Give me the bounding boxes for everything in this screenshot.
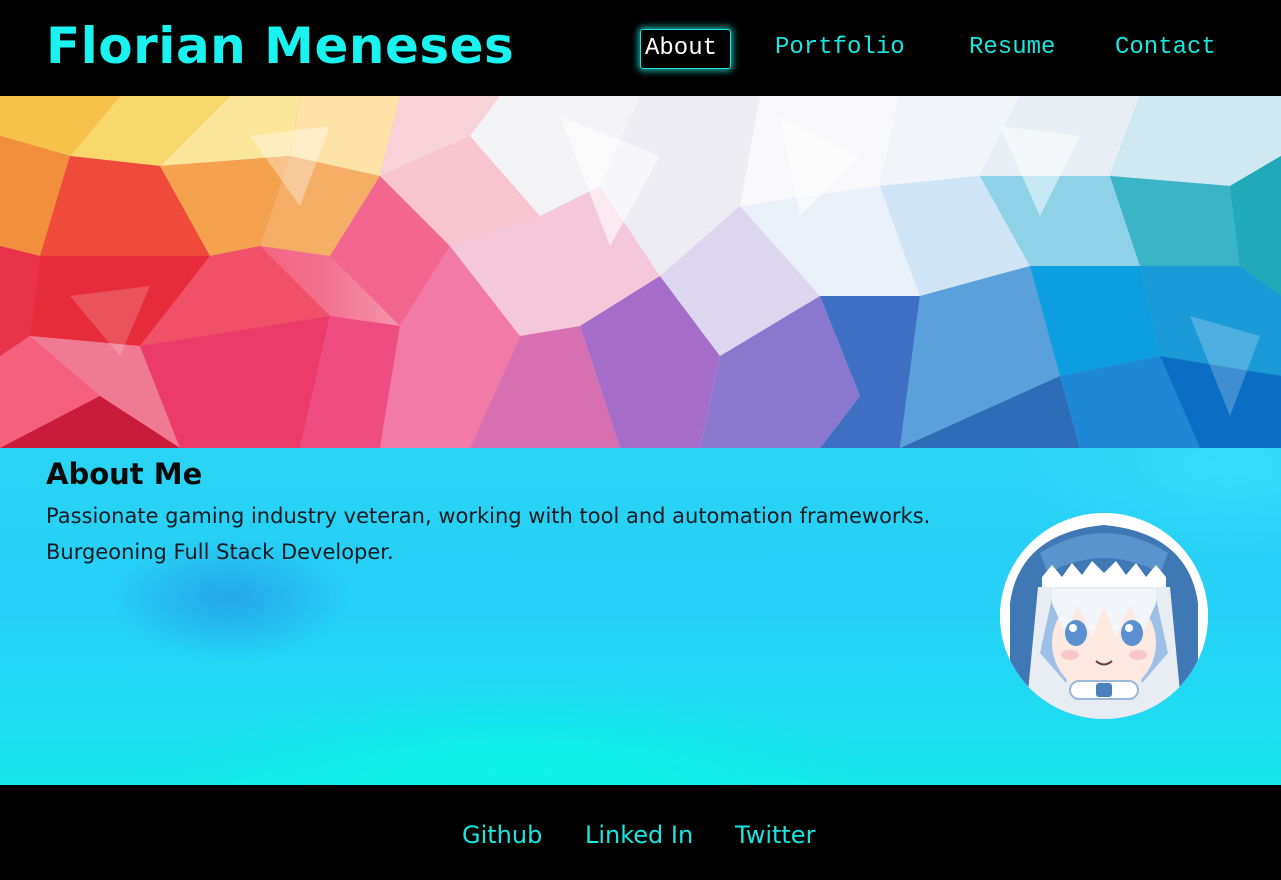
main-nav: About Portfolio Resume Contact: [0, 29, 1281, 69]
nav-link-about[interactable]: About: [640, 29, 731, 69]
about-description-line: Passionate gaming industry veteran, work…: [46, 504, 931, 528]
nav-link-resume[interactable]: Resume: [969, 29, 1055, 69]
site-header: Florian Meneses About Portfolio Resume C…: [0, 0, 1281, 96]
hero-banner-image: [0, 96, 1281, 448]
nav-link-portfolio[interactable]: Portfolio: [775, 29, 905, 69]
about-section: About Me Passionate gaming industry vete…: [0, 448, 1281, 785]
about-description-line: Burgeoning Full Stack Developer.: [46, 540, 394, 564]
site-footer: Github Linked In Twitter: [0, 785, 1281, 880]
footer-link-linkedin[interactable]: Linked In: [585, 818, 693, 852]
avatar: [1000, 513, 1208, 719]
about-heading: About Me: [46, 457, 203, 491]
footer-link-github[interactable]: Github: [462, 818, 542, 852]
footer-link-twitter[interactable]: Twitter: [735, 818, 815, 852]
nav-link-contact[interactable]: Contact: [1115, 29, 1216, 69]
